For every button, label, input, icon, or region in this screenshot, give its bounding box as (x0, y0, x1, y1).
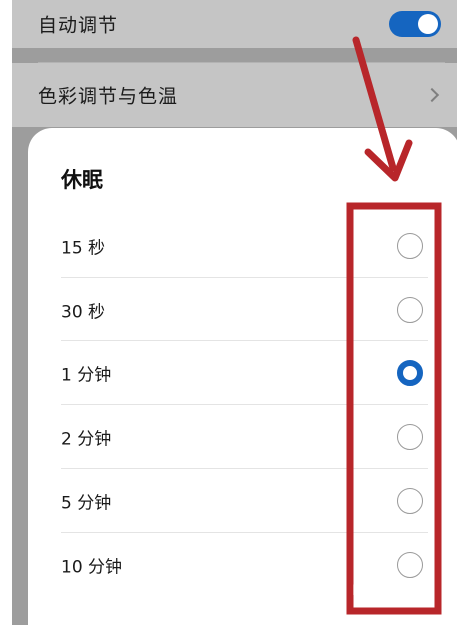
annotation-overlay (346, 36, 442, 615)
watermark: Baidu 经验 (352, 583, 433, 599)
radio-column-highlight (346, 202, 442, 615)
red-arrow-icon (352, 36, 413, 182)
